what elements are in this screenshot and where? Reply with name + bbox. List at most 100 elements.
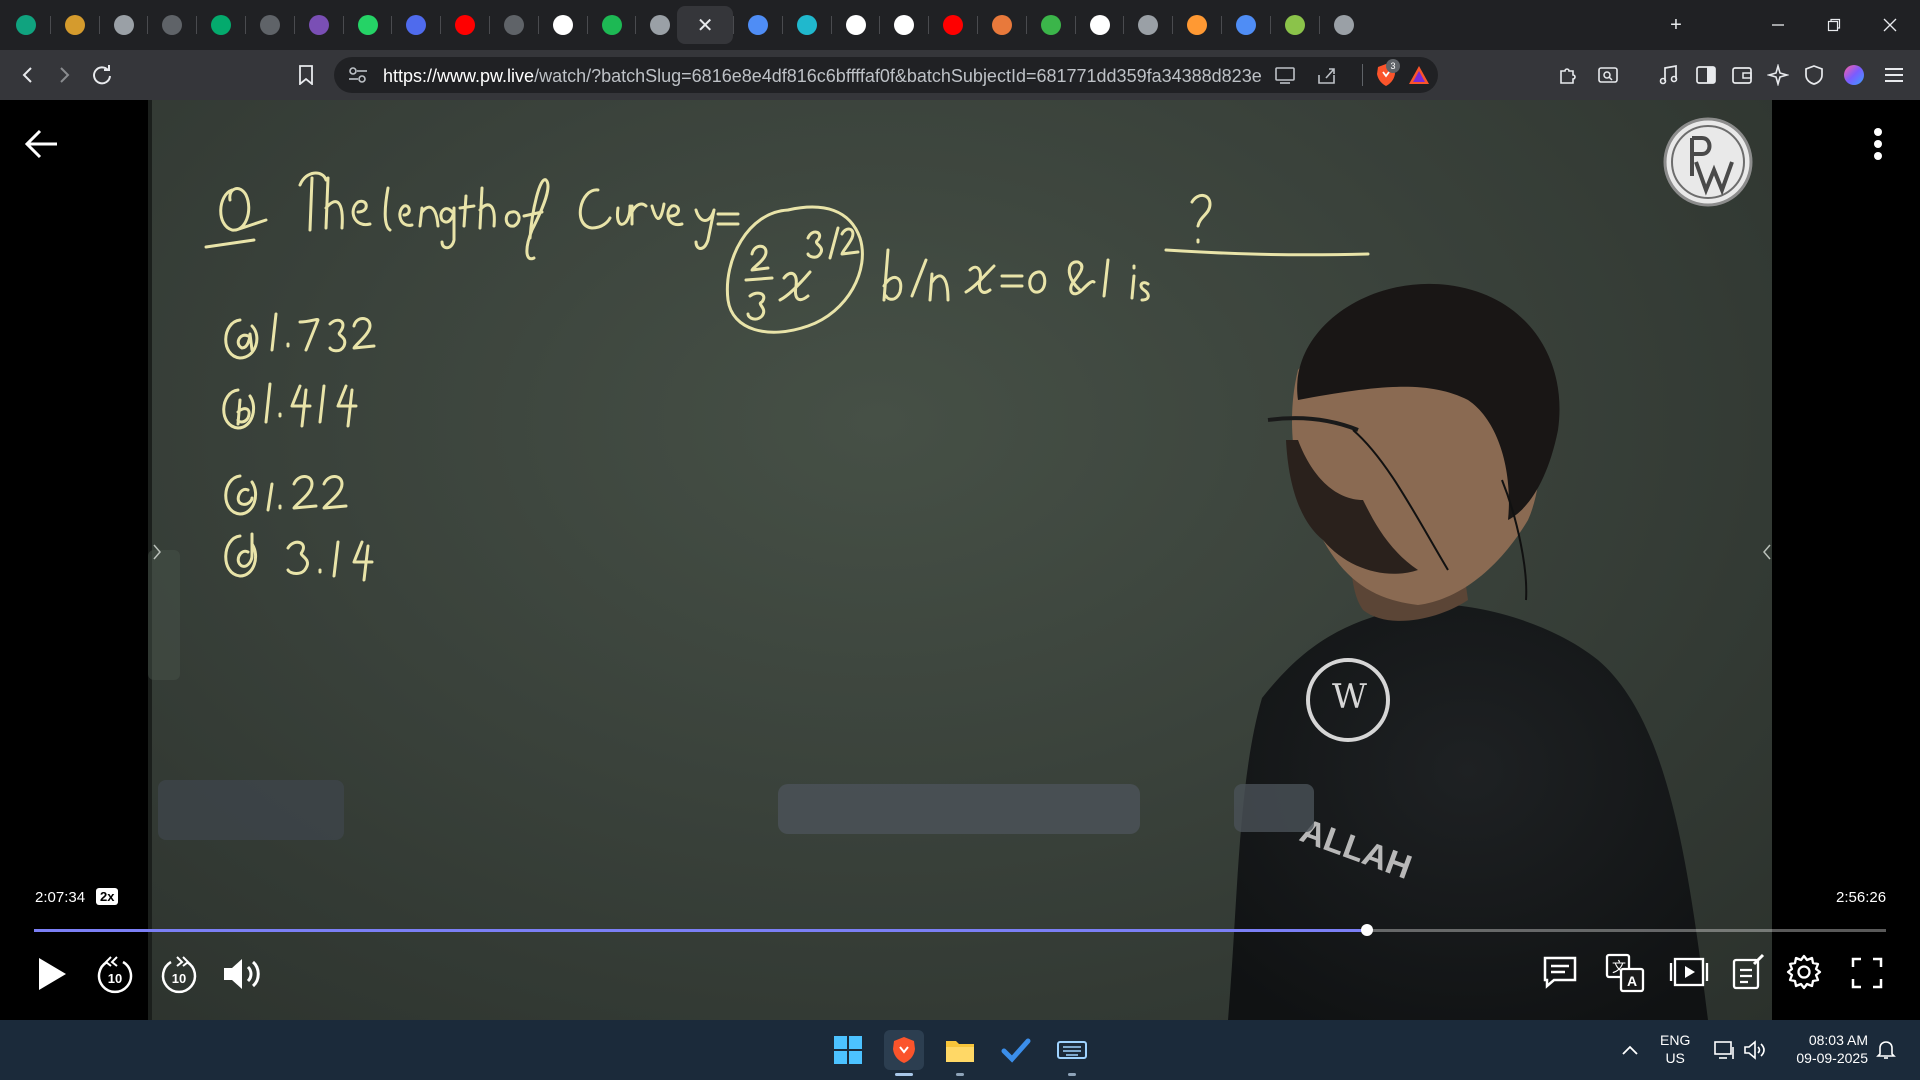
browser-tab[interactable] (832, 6, 880, 44)
share-icon[interactable] (1316, 65, 1338, 85)
presenter-figure: W ALLAH (1228, 283, 1708, 1020)
browser-tab[interactable] (2, 6, 50, 44)
browser-tab[interactable] (1076, 6, 1124, 44)
bookmark-button[interactable] (290, 60, 322, 90)
taskbar-todo[interactable] (996, 1030, 1036, 1070)
url-divider (1362, 64, 1363, 86)
seek-bar[interactable] (34, 924, 1886, 936)
forward-seconds: 10 (172, 971, 186, 986)
url-path: /watch/?batchSlug=6816e8e4df816c6bffffaf… (534, 66, 1263, 86)
browser-tab[interactable] (1173, 6, 1221, 44)
volume-button[interactable] (220, 954, 266, 994)
browser-tab[interactable]: ✕ (677, 6, 734, 44)
close-window-button[interactable] (1862, 0, 1918, 50)
menu-button[interactable] (1878, 60, 1910, 90)
site-settings-icon[interactable] (348, 66, 368, 84)
globe-icon (1333, 15, 1354, 35)
brave-rewards-icon[interactable] (1408, 64, 1430, 86)
translate-button[interactable]: 文A (1604, 952, 1646, 994)
browser-tab[interactable] (295, 6, 343, 44)
show-hidden-icons-button[interactable] (1612, 1030, 1648, 1070)
forward-10-button[interactable]: 10 (158, 952, 200, 996)
browser-tab[interactable] (539, 6, 587, 44)
browser-tab[interactable] (1271, 6, 1319, 44)
input-language-indicator[interactable]: ENG US (1660, 1031, 1690, 1067)
browser-tab[interactable] (1320, 6, 1368, 44)
more-options-icon[interactable] (1866, 124, 1890, 164)
taskbar-file-explorer[interactable] (940, 1030, 980, 1076)
active-indicator (895, 1073, 913, 1076)
browser-tab[interactable] (197, 6, 245, 44)
browser-tab[interactable] (490, 6, 538, 44)
taskbar-brave[interactable] (884, 1030, 924, 1076)
browser-tab[interactable] (392, 6, 440, 44)
settings-button[interactable] (1784, 952, 1824, 992)
clock-date: 09-09-2025 (1796, 1050, 1868, 1066)
play-button[interactable] (34, 954, 70, 994)
whatsapp-icon (357, 15, 378, 35)
browser-tab[interactable] (441, 6, 489, 44)
taskbar-touch-keyboard[interactable] (1052, 1030, 1092, 1076)
notifications-button[interactable] (1870, 1030, 1902, 1070)
running-indicator (956, 1073, 964, 1076)
hamburger-menu-icon (1885, 68, 1903, 82)
picture-in-picture-button[interactable] (1668, 952, 1710, 994)
reload-button[interactable] (86, 60, 118, 90)
system-clock[interactable]: 08:03 AM 09-09-2025 (1784, 1031, 1868, 1067)
cast-icon[interactable] (1274, 66, 1296, 84)
minimize-button[interactable] (1750, 0, 1806, 50)
comments-button[interactable] (1540, 952, 1580, 992)
green-ring-icon (1284, 15, 1305, 35)
start-button[interactable] (828, 1030, 868, 1070)
playback-speed-badge[interactable]: 2x (96, 888, 119, 905)
svg-text:A: A (1627, 973, 1637, 989)
browser-tab[interactable] (1222, 6, 1270, 44)
checkmark-icon (1001, 1038, 1031, 1063)
browser-tab[interactable] (978, 6, 1026, 44)
browser-tab[interactable] (51, 6, 99, 44)
browser-tab[interactable] (880, 6, 928, 44)
w3schools-icon (211, 15, 232, 35)
browser-tab[interactable] (783, 6, 831, 44)
sidebar-icon (1696, 66, 1716, 84)
profile-button[interactable] (1838, 60, 1870, 90)
fullscreen-icon (1851, 957, 1883, 989)
vpn-button[interactable] (1798, 60, 1830, 90)
browser-tab[interactable] (100, 6, 148, 44)
browser-tab[interactable] (1124, 6, 1172, 44)
forward-button[interactable] (48, 60, 80, 90)
volume-tray-button[interactable] (1740, 1030, 1770, 1070)
rewind-10-icon: 10 (97, 956, 133, 994)
rewind-10-button[interactable]: 10 (94, 952, 136, 996)
restore-icon (1827, 18, 1841, 32)
fullscreen-button[interactable] (1848, 954, 1886, 992)
browser-tab[interactable] (148, 6, 196, 44)
back-button[interactable] (12, 60, 44, 90)
restore-button[interactable] (1806, 0, 1862, 50)
chevron-up-icon (1622, 1045, 1638, 1055)
minimize-icon (1772, 24, 1784, 26)
media-button[interactable] (1652, 60, 1684, 90)
windows-taskbar: ENG US 08:03 AM 09-09-2025 (0, 1020, 1920, 1080)
chevron-right-icon (60, 67, 70, 83)
page-search-button[interactable] (1592, 60, 1624, 90)
browser-tab[interactable] (734, 6, 782, 44)
windows-logo-icon (834, 1036, 862, 1064)
browser-tab[interactable] (1027, 6, 1075, 44)
browser-tab[interactable] (344, 6, 392, 44)
extensions-button[interactable] (1552, 60, 1584, 90)
network-button[interactable] (1710, 1030, 1740, 1070)
url-text[interactable]: https://www.pw.live/watch/?batchSlug=681… (383, 66, 1263, 87)
address-bar[interactable]: https://www.pw.live/watch/?batchSlug=681… (334, 57, 1438, 93)
browser-tab[interactable] (246, 6, 294, 44)
sidebar-button[interactable] (1690, 60, 1722, 90)
new-tab-button[interactable]: + (1648, 0, 1704, 50)
wallet-button[interactable] (1726, 60, 1758, 90)
video-player[interactable]: W ALLAH 2:07:34 2x 2:56:26 10 10 文 A (0, 100, 1920, 1020)
arrow-left-icon[interactable] (24, 126, 60, 162)
browser-tab[interactable] (588, 6, 636, 44)
globe-icon (1138, 15, 1159, 35)
notes-button[interactable] (1728, 950, 1768, 994)
leo-ai-button[interactable] (1762, 60, 1794, 90)
browser-tab[interactable] (929, 6, 977, 44)
